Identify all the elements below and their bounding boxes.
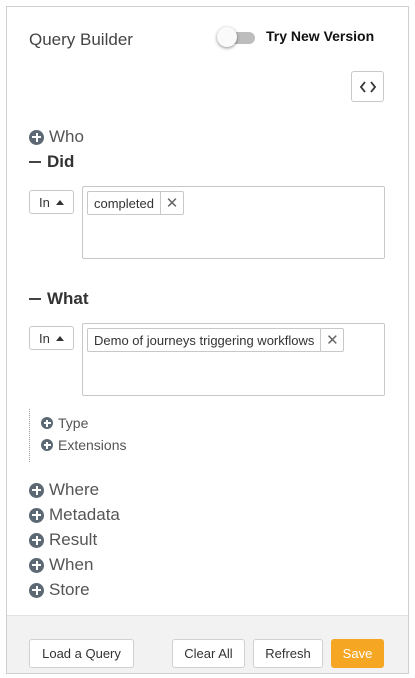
remove-tag-icon[interactable]: ✕	[321, 329, 343, 351]
did-operator-label: In	[39, 194, 50, 210]
what-subgroup	[29, 409, 30, 462]
plus-circle-icon	[29, 482, 44, 498]
minus-icon	[29, 298, 41, 300]
metadata-label: Metadata	[49, 505, 120, 524]
panel-title: Query Builder	[29, 30, 133, 49]
caret-up-icon	[55, 199, 64, 205]
add-store-item[interactable]: Store	[29, 580, 90, 600]
toggle-label: Try New Version	[266, 28, 375, 44]
what-tag-label: Demo of journeys triggering workflows	[88, 329, 322, 351]
what-section-header[interactable]: What	[29, 289, 89, 309]
did-tag-label: completed	[88, 192, 161, 214]
load-query-button[interactable]: Load a Query	[29, 639, 134, 668]
what-values-input[interactable]: Demo of journeys triggering workflows ✕	[82, 323, 385, 396]
code-icon	[359, 80, 376, 93]
clear-all-button[interactable]: Clear All	[172, 639, 245, 668]
plus-circle-icon	[41, 417, 53, 429]
what-label: What	[47, 289, 89, 308]
add-when-item[interactable]: When	[29, 555, 93, 575]
what-operator-label: In	[39, 330, 50, 346]
did-values-input[interactable]: completed ✕	[82, 186, 385, 259]
plus-circle-icon	[29, 557, 44, 573]
where-label: Where	[49, 480, 100, 499]
save-button[interactable]: Save	[331, 639, 384, 668]
result-label: Result	[49, 530, 98, 549]
refresh-button[interactable]: Refresh	[253, 639, 323, 668]
add-metadata-item[interactable]: Metadata	[29, 505, 120, 525]
store-label: Store	[49, 580, 90, 599]
add-type-item[interactable]: Type	[41, 415, 88, 431]
did-tag: completed ✕	[87, 191, 184, 215]
extensions-label: Extensions	[58, 437, 127, 453]
plus-circle-icon	[29, 507, 44, 523]
what-tag: Demo of journeys triggering workflows ✕	[87, 328, 345, 352]
footer-bar: Load a Query Clear All Refresh Save	[7, 615, 408, 673]
add-extensions-item[interactable]: Extensions	[41, 437, 126, 453]
add-result-item[interactable]: Result	[29, 530, 97, 550]
query-builder-panel: Query Builder Try New Version Who Did In…	[6, 6, 409, 674]
caret-up-icon	[55, 335, 64, 341]
type-label: Type	[58, 415, 89, 431]
remove-tag-icon[interactable]: ✕	[161, 192, 183, 214]
did-operator-dropdown[interactable]: In	[29, 190, 74, 214]
minus-icon	[29, 161, 41, 163]
toggle-knob	[217, 27, 237, 47]
when-label: When	[49, 555, 94, 574]
plus-circle-icon	[29, 129, 44, 145]
plus-circle-icon	[29, 532, 44, 548]
add-who-item[interactable]: Who	[29, 127, 84, 147]
plus-circle-icon	[29, 582, 44, 598]
did-section-header[interactable]: Did	[29, 152, 74, 172]
plus-circle-icon	[41, 439, 53, 451]
what-operator-dropdown[interactable]: In	[29, 326, 74, 350]
did-label: Did	[47, 152, 75, 171]
who-label: Who	[49, 127, 84, 146]
code-view-button[interactable]	[351, 71, 384, 102]
add-where-item[interactable]: Where	[29, 480, 99, 500]
new-version-toggle[interactable]	[217, 27, 255, 47]
